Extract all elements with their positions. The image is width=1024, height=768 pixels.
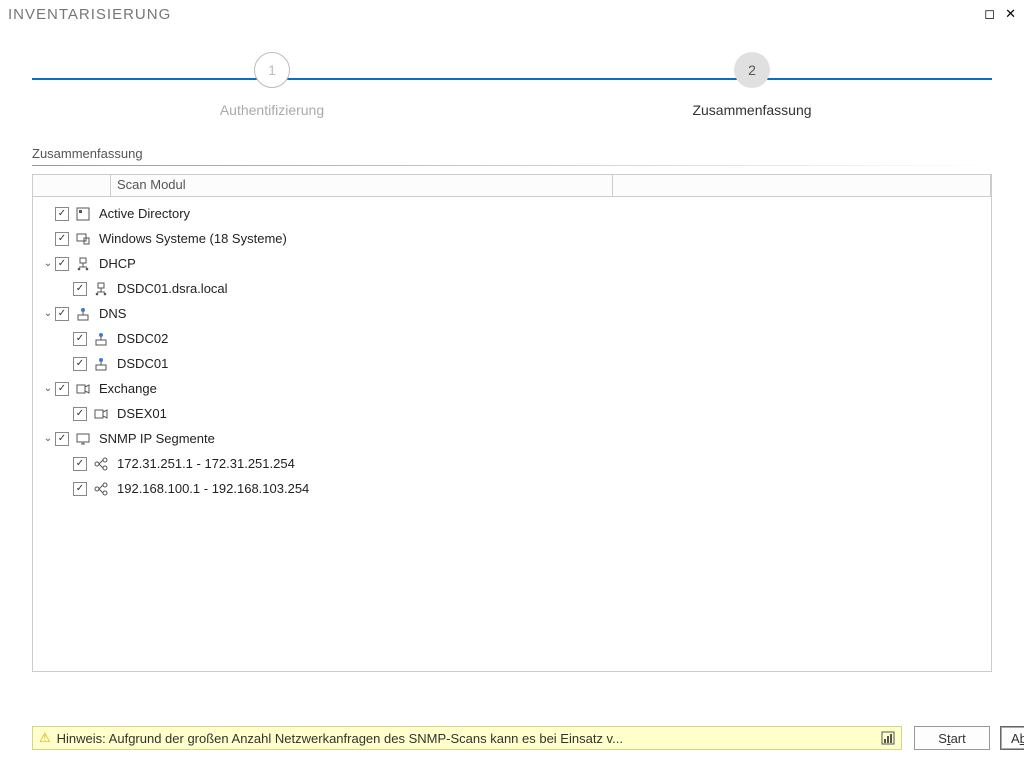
directory-icon xyxy=(75,206,91,222)
tree-label: DHCP xyxy=(99,256,136,271)
checkbox[interactable]: ✓ xyxy=(55,307,69,321)
grid-header: Scan Modul xyxy=(33,175,991,197)
dhcp-icon xyxy=(93,281,109,297)
dns-icon xyxy=(75,306,91,322)
tree-label: DSEX01 xyxy=(117,406,167,421)
grid-header-spacer[interactable] xyxy=(613,175,991,196)
checkbox[interactable]: ✓ xyxy=(55,432,69,446)
tree-label: Exchange xyxy=(99,381,157,396)
checkbox[interactable]: ✓ xyxy=(55,232,69,246)
network-icon xyxy=(93,456,109,472)
tree: ⌄ ✓ Active Directory ⌄ ✓ Windows Systeme… xyxy=(33,197,991,505)
checkbox[interactable]: ✓ xyxy=(73,407,87,421)
footer: ⚠ Hinweis: Aufgrund der großen Anzahl Ne… xyxy=(32,726,1006,750)
checkbox[interactable]: ✓ xyxy=(73,482,87,496)
exchange-icon xyxy=(75,381,91,397)
checkbox[interactable]: ✓ xyxy=(55,207,69,221)
dhcp-icon xyxy=(75,256,91,272)
tree-row-dns-child[interactable]: ⌄ ✓ DSDC01 xyxy=(33,351,991,376)
monitor-icon xyxy=(75,431,91,447)
tree-row-dhcp[interactable]: ⌄ ✓ DHCP xyxy=(33,251,991,276)
tree-label: 172.31.251.1 - 172.31.251.254 xyxy=(117,456,295,471)
tree-label: 192.168.100.1 - 192.168.103.254 xyxy=(117,481,309,496)
tree-label: DSDC01.dsra.local xyxy=(117,281,228,296)
tree-row-dns-child[interactable]: ⌄ ✓ DSDC02 xyxy=(33,326,991,351)
section-underline xyxy=(32,165,992,166)
dns-icon xyxy=(93,356,109,372)
hint-banner[interactable]: ⚠ Hinweis: Aufgrund der großen Anzahl Ne… xyxy=(32,726,902,750)
tree-row-dns[interactable]: ⌄ ✓ DNS xyxy=(33,301,991,326)
tree-row-snmp-child[interactable]: ⌄ ✓ 172.31.251.1 - 172.31.251.254 xyxy=(33,451,991,476)
tree-label: SNMP IP Segmente xyxy=(99,431,215,446)
close-icon[interactable]: ✕ xyxy=(1005,6,1016,22)
exchange-icon xyxy=(93,406,109,422)
summary-grid: Scan Modul ⌄ ✓ Active Directory ⌄ ✓ Wind… xyxy=(32,174,992,672)
wizard-step-1-label: Authentifizierung xyxy=(220,102,324,118)
tree-label: Active Directory xyxy=(99,206,190,221)
tree-row-exchange-child[interactable]: ⌄ ✓ DSEX01 xyxy=(33,401,991,426)
window-title: INVENTARISIERUNG xyxy=(8,6,171,23)
wizard-step-2-label: Zusammenfassung xyxy=(692,102,811,118)
tree-row-windows[interactable]: ⌄ ✓ Windows Systeme (18 Systeme) xyxy=(33,226,991,251)
chevron-down-icon[interactable]: ⌄ xyxy=(41,258,55,269)
wizard-step-2[interactable]: 2 Zusammenfassung xyxy=(652,52,852,118)
dns-icon xyxy=(93,331,109,347)
start-button[interactable]: Start xyxy=(914,726,990,750)
section-title: Zusammenfassung xyxy=(32,146,992,161)
chevron-down-icon[interactable]: ⌄ xyxy=(41,308,55,319)
tree-label: DSDC01 xyxy=(117,356,168,371)
hint-text: Hinweis: Aufgrund der großen Anzahl Netz… xyxy=(57,731,875,746)
tree-row-exchange[interactable]: ⌄ ✓ Exchange xyxy=(33,376,991,401)
checkbox[interactable]: ✓ xyxy=(73,282,87,296)
tree-row-snmp-child[interactable]: ⌄ ✓ 192.168.100.1 - 192.168.103.254 xyxy=(33,476,991,501)
button-label: Start xyxy=(938,731,965,746)
grid-header-blank[interactable] xyxy=(33,175,111,196)
network-icon xyxy=(93,481,109,497)
tree-row-active-directory[interactable]: ⌄ ✓ Active Directory xyxy=(33,201,991,226)
checkbox[interactable]: ✓ xyxy=(73,357,87,371)
tree-label: DNS xyxy=(99,306,126,321)
cancel-button[interactable]: Abbrechen xyxy=(1000,726,1024,750)
window-controls: ◻ ✕ xyxy=(984,6,1016,22)
wizard-steps: 1 Authentifizierung 2 Zusammenfassung xyxy=(32,52,992,122)
windows-icon xyxy=(75,231,91,247)
tree-label: DSDC02 xyxy=(117,331,168,346)
grid-header-scanmodul[interactable]: Scan Modul xyxy=(111,175,613,196)
tree-row-snmp[interactable]: ⌄ ✓ SNMP IP Segmente xyxy=(33,426,991,451)
tree-label: Windows Systeme (18 Systeme) xyxy=(99,231,287,246)
wizard-step-2-circle: 2 xyxy=(734,52,770,88)
chevron-down-icon[interactable]: ⌄ xyxy=(41,383,55,394)
tree-row-dhcp-child[interactable]: ⌄ ✓ DSDC01.dsra.local xyxy=(33,276,991,301)
checkbox[interactable]: ✓ xyxy=(73,457,87,471)
wizard-step-1-circle: 1 xyxy=(254,52,290,88)
chevron-down-icon[interactable]: ⌄ xyxy=(41,433,55,444)
maximize-icon[interactable]: ◻ xyxy=(984,6,995,22)
title-bar: INVENTARISIERUNG ◻ ✕ xyxy=(0,0,1024,28)
button-label: Abbrechen xyxy=(1011,731,1024,746)
checkbox[interactable]: ✓ xyxy=(55,382,69,396)
chart-icon[interactable] xyxy=(881,731,895,745)
wizard-step-1[interactable]: 1 Authentifizierung xyxy=(172,52,372,118)
checkbox[interactable]: ✓ xyxy=(55,257,69,271)
checkbox[interactable]: ✓ xyxy=(73,332,87,346)
warning-icon: ⚠ xyxy=(39,730,51,746)
